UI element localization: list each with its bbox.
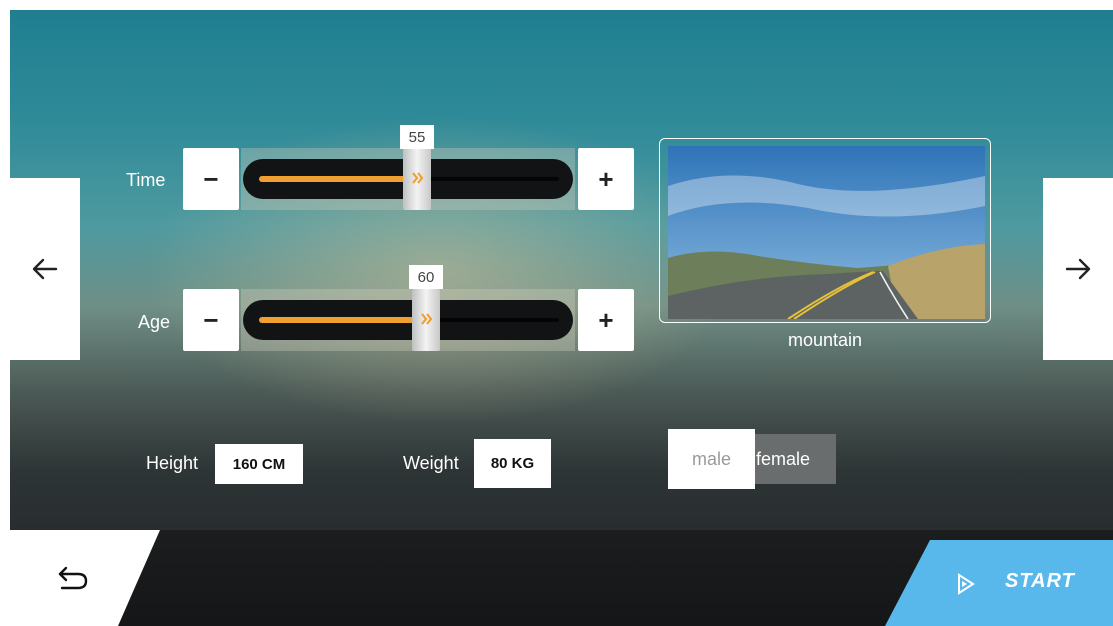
weight-label: Weight xyxy=(403,453,459,473)
time-slider-thumb[interactable] xyxy=(403,148,431,210)
time-value-badge: 55 xyxy=(400,125,434,149)
height-label: Height xyxy=(146,453,199,473)
start-label: START xyxy=(1005,570,1075,592)
age-slider-rest xyxy=(436,318,559,322)
scene-preview-image xyxy=(668,146,985,319)
gender-female-option[interactable]: female xyxy=(748,434,836,484)
double-chevron-right-icon xyxy=(421,313,433,325)
age-slider-thumb[interactable] xyxy=(412,289,440,351)
height-field[interactable]: 160 CM xyxy=(215,444,303,484)
arrow-right-icon xyxy=(1065,258,1091,280)
gender-male-option[interactable]: male xyxy=(668,429,755,489)
time-increase-button[interactable]: + xyxy=(578,148,634,210)
age-label: Age xyxy=(138,312,171,332)
bottom-bar: START xyxy=(10,530,1113,626)
back-button[interactable] xyxy=(10,530,160,626)
next-scene-button[interactable] xyxy=(1043,178,1113,360)
scene-preview-card[interactable] xyxy=(659,138,991,323)
weight-field[interactable]: 80 KG xyxy=(474,439,551,488)
age-slider[interactable] xyxy=(241,289,575,351)
scene-name-label: mountain xyxy=(787,330,863,350)
play-icon xyxy=(958,573,975,595)
time-slider-rest xyxy=(427,177,559,181)
time-slider[interactable] xyxy=(241,148,575,210)
app-screen: Time − 55 + Age − 60 + mountain Height 1… xyxy=(10,10,1113,626)
age-value-badge: 60 xyxy=(409,265,443,289)
time-decrease-button[interactable]: − xyxy=(183,148,239,210)
age-slider-track xyxy=(243,300,573,340)
double-chevron-right-icon xyxy=(412,172,424,184)
time-label: Time xyxy=(126,170,166,190)
age-increase-button[interactable]: + xyxy=(578,289,634,351)
previous-scene-button[interactable] xyxy=(10,178,80,360)
age-decrease-button[interactable]: − xyxy=(183,289,239,351)
arrow-left-icon xyxy=(32,258,58,280)
return-icon xyxy=(58,566,88,590)
start-button[interactable]: START xyxy=(885,540,1113,626)
time-slider-fill xyxy=(259,176,415,182)
age-slider-fill xyxy=(259,317,424,323)
